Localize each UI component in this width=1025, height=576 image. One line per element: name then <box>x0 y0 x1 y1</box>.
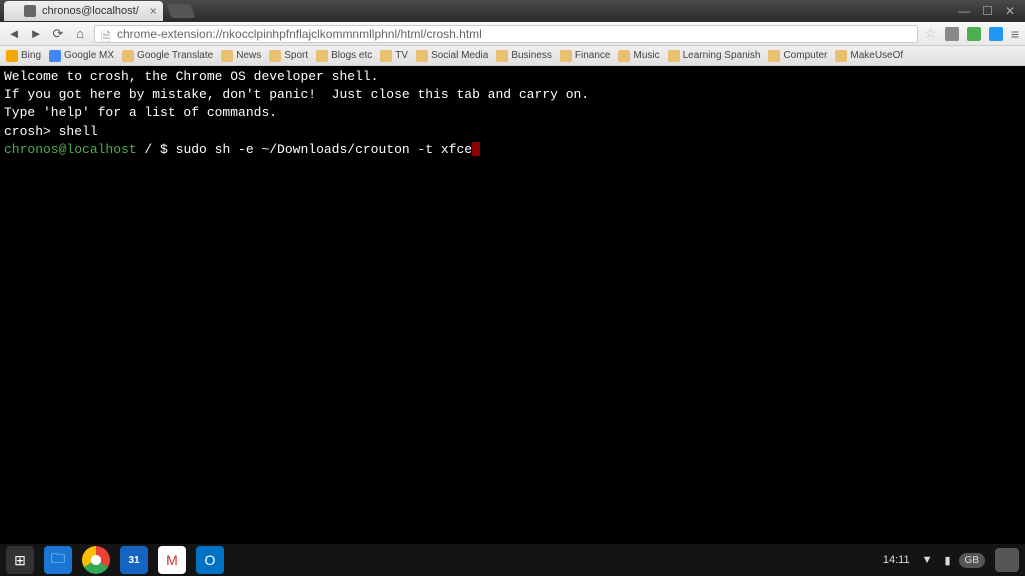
bookmark-sport[interactable]: Sport <box>269 50 308 62</box>
folder-icon <box>560 50 572 62</box>
folder-icon <box>380 50 392 62</box>
minimize-button[interactable]: — <box>958 4 970 18</box>
tab-favicon <box>24 5 36 17</box>
terminal-prompt-line: chronos@localhost / $ sudo sh -e ~/Downl… <box>4 141 1021 159</box>
bookmark-label: Google MX <box>64 50 114 61</box>
bookmark-label: Music <box>633 50 659 61</box>
bookmark-tv[interactable]: TV <box>380 50 408 62</box>
bookmark-label: Blogs etc <box>331 50 372 61</box>
language-indicator: GB <box>959 553 985 568</box>
folder-icon <box>496 50 508 62</box>
folder-icon <box>835 50 847 62</box>
tray-time: 14:11 <box>879 554 914 566</box>
bookmark-business[interactable]: Business <box>496 50 552 62</box>
url-right-icons: ☆ ≡ <box>924 25 1019 42</box>
bookmark-label: Business <box>511 50 552 61</box>
tab-close-icon[interactable]: × <box>150 4 157 18</box>
extension-icon-3[interactable] <box>989 27 1003 41</box>
battery-icon: ▮ <box>940 554 954 567</box>
extension-icon-2[interactable] <box>967 27 981 41</box>
crosh-prompt: crosh> <box>4 124 59 139</box>
folder-icon <box>316 50 328 62</box>
extension-icon-1[interactable] <box>945 27 959 41</box>
url-bar: ◄ ► ⟳ ⌂ 🗎 chrome-extension://nkocclpinhp… <box>0 22 1025 46</box>
bookmark-label: Finance <box>575 50 611 61</box>
folder-icon <box>768 50 780 62</box>
folder-icon <box>416 50 428 62</box>
forward-button[interactable]: ► <box>28 26 44 42</box>
files-app[interactable]: 🗀 <box>44 546 72 574</box>
chrome-app[interactable] <box>82 546 110 574</box>
bookmark-computer[interactable]: Computer <box>768 50 827 62</box>
user-avatar[interactable] <box>995 548 1019 572</box>
folder-icon <box>122 50 134 62</box>
bookmark-label: Social Media <box>431 50 488 61</box>
shelf: ⊞ 🗀 31 M O 14:11 ▼ ▮ GB <box>0 544 1025 576</box>
folder-icon <box>221 50 233 62</box>
home-button[interactable]: ⌂ <box>72 26 88 42</box>
bookmark-label: Learning Spanish <box>683 50 761 61</box>
maximize-button[interactable]: ☐ <box>982 4 993 18</box>
bookmark-learning-spanish[interactable]: Learning Spanish <box>668 50 761 62</box>
google-icon <box>49 50 61 62</box>
url-text: chrome-extension://nkocclpinhpfnflajclko… <box>117 27 482 41</box>
crosh-terminal[interactable]: Welcome to crosh, the Chrome OS develope… <box>0 66 1025 544</box>
bookmark-music[interactable]: Music <box>618 50 659 62</box>
terminal-line: Type 'help' for a list of commands. <box>4 104 1021 122</box>
terminal-line: Welcome to crosh, the Chrome OS develope… <box>4 68 1021 86</box>
shell-user-host: chronos@localhost <box>4 142 137 157</box>
url-input[interactable]: 🗎 chrome-extension://nkocclpinhpfnflajcl… <box>94 25 918 43</box>
bookmark-finance[interactable]: Finance <box>560 50 611 62</box>
tab-title: chronos@localhost/ <box>42 5 139 17</box>
folder-icon <box>668 50 680 62</box>
reload-button[interactable]: ⟳ <box>50 26 66 42</box>
bookmark-star-icon[interactable]: ☆ <box>924 25 937 42</box>
bookmark-social-media[interactable]: Social Media <box>416 50 488 62</box>
folder-icon <box>618 50 630 62</box>
terminal-line: If you got here by mistake, don't panic!… <box>4 86 1021 104</box>
bookmark-label: Sport <box>284 50 308 61</box>
bing-icon <box>6 50 18 62</box>
new-tab-button[interactable] <box>166 4 195 18</box>
window-controls: — ☐ ✕ <box>958 4 1025 18</box>
chrome-menu-icon[interactable]: ≡ <box>1011 26 1019 42</box>
bookmark-label: News <box>236 50 261 61</box>
bookmark-bing[interactable]: Bing <box>6 50 41 62</box>
folder-icon <box>269 50 281 62</box>
outlook-app[interactable]: O <box>196 546 224 574</box>
gmail-app[interactable]: M <box>158 546 186 574</box>
shell-command: sudo sh -e ~/Downloads/crouton -t xfce <box>176 142 472 157</box>
bookmark-news[interactable]: News <box>221 50 261 62</box>
bookmark-blogs[interactable]: Blogs etc <box>316 50 372 62</box>
bookmark-label: Bing <box>21 50 41 61</box>
wifi-icon: ▼ <box>918 554 937 566</box>
shell-path: / $ <box>137 142 176 157</box>
terminal-cursor <box>472 142 480 156</box>
bookmarks-bar: Bing Google MX Google Translate News Spo… <box>0 46 1025 66</box>
system-tray[interactable]: 14:11 ▼ ▮ GB <box>879 548 1019 572</box>
terminal-prompt-line: crosh> shell <box>4 123 1021 141</box>
bookmark-label: TV <box>395 50 408 61</box>
browser-tab[interactable]: chronos@localhost/ × <box>4 1 163 21</box>
bookmark-label: MakeUseOf <box>850 50 903 61</box>
bookmark-google-mx[interactable]: Google MX <box>49 50 114 62</box>
page-icon: 🗎 <box>101 28 113 40</box>
tab-bar: chronos@localhost/ × — ☐ ✕ <box>0 0 1025 22</box>
calendar-app[interactable]: 31 <box>120 546 148 574</box>
bookmark-makeuseof[interactable]: MakeUseOf <box>835 50 903 62</box>
bookmark-google-translate[interactable]: Google Translate <box>122 50 213 62</box>
app-launcher[interactable]: ⊞ <box>6 546 34 574</box>
close-window-button[interactable]: ✕ <box>1005 4 1015 18</box>
bookmark-label: Google Translate <box>137 50 213 61</box>
back-button[interactable]: ◄ <box>6 26 22 42</box>
crosh-command: shell <box>59 124 98 139</box>
bookmark-label: Computer <box>783 50 827 61</box>
